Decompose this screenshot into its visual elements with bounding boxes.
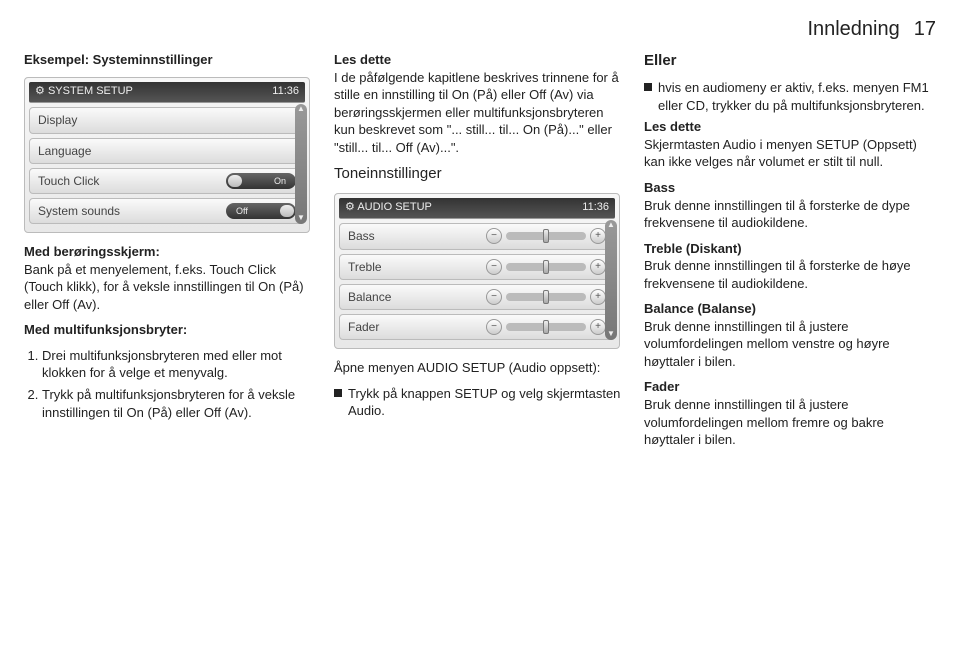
toggle-on[interactable]: On (226, 173, 296, 189)
row-label: System sounds (38, 203, 120, 219)
system-setup-titlebar: ⚙ SYSTEM SETUP 11:36 (29, 82, 305, 104)
row-label: Touch Click (38, 173, 99, 189)
minus-button[interactable]: − (486, 289, 502, 305)
square-bullet-icon (644, 83, 652, 91)
slider[interactable]: − + (486, 289, 606, 305)
touchscreen-paragraph: Med berøringsskjerm: Bank på et menyelem… (24, 243, 316, 313)
multifunction-label: Med multifunksjonsbryter: (24, 321, 316, 339)
list-item[interactable]: Display (29, 107, 305, 133)
balance-label: Balance (Balanse) (644, 301, 756, 316)
minus-button[interactable]: − (486, 228, 502, 244)
plus-button[interactable]: + (590, 228, 606, 244)
step-2: Trykk på multifunksjonsbryteren for å ve… (42, 386, 316, 421)
slider[interactable]: − + (486, 228, 606, 244)
bass-text: Bruk denne innstillingen til å forsterke… (644, 198, 910, 231)
step-1: Drei multifunksjonsbryteren med eller mo… (42, 347, 316, 382)
slider[interactable]: − + (486, 319, 606, 335)
minus-button[interactable]: − (486, 319, 502, 335)
list-item[interactable]: Touch Click On (29, 168, 305, 194)
square-bullet-icon (334, 389, 342, 397)
row-label: Treble (348, 259, 382, 275)
page-number: 17 (914, 16, 936, 43)
list-item[interactable]: Treble − + (339, 254, 615, 280)
page-title: Innledning (807, 16, 899, 43)
slider-thumb[interactable] (543, 290, 549, 304)
open-audio-setup-text: Trykk på knappen SETUP og velg skjermtas… (348, 385, 626, 420)
fader-text: Bruk denne innstillingen til å justere v… (644, 397, 884, 447)
slider[interactable]: − + (486, 259, 606, 275)
row-label: Display (38, 112, 77, 128)
chevron-down-icon: ▼ (607, 329, 615, 340)
read-this-1: Les dette I de påfølgende kapitlene besk… (334, 51, 626, 156)
example-heading: Eksempel: Systeminnstillinger (24, 51, 316, 69)
bass-paragraph: Bass Bruk denne innstillingen til å fors… (644, 179, 936, 232)
read-this-1-label: Les dette (334, 52, 391, 67)
system-setup-title: SYSTEM SETUP (48, 85, 133, 97)
read-this-2-text: Skjermtasten Audio i menyen SETUP (Oppse… (644, 137, 917, 170)
or-label: Eller (644, 51, 936, 71)
page-header: Innledning 17 (24, 16, 936, 43)
row-label: Bass (348, 228, 375, 244)
list-item[interactable]: Bass − + (339, 223, 615, 249)
content-columns: Eksempel: Systeminnstillinger ⚙ SYSTEM S… (24, 51, 936, 457)
slider-track[interactable] (506, 232, 586, 240)
tone-settings-heading: Toneinnstillinger (334, 164, 626, 184)
plus-button[interactable]: + (590, 319, 606, 335)
row-label: Fader (348, 319, 379, 335)
column-2: Les dette I de påfølgende kapitlene besk… (334, 51, 626, 457)
list-item[interactable]: Fader − + (339, 314, 615, 340)
treble-label: Treble (Diskant) (644, 241, 742, 256)
touchscreen-label: Med berøringsskjerm: (24, 244, 160, 259)
audio-setup-titlebar: ⚙ AUDIO SETUP 11:36 (339, 198, 615, 220)
plus-button[interactable]: + (590, 259, 606, 275)
read-this-2: Les dette Skjermtasten Audio i menyen SE… (644, 118, 936, 171)
column-3: Eller hvis en audiomeny er aktiv, f.eks.… (644, 51, 936, 457)
scrollbar[interactable]: ▲ ▼ (605, 220, 617, 340)
column-1: Eksempel: Systeminnstillinger ⚙ SYSTEM S… (24, 51, 316, 457)
chevron-down-icon: ▼ (297, 213, 305, 224)
bass-label: Bass (644, 180, 675, 195)
audio-setup-time: 11:36 (582, 200, 609, 215)
chevron-up-icon: ▲ (297, 104, 305, 115)
system-setup-time: 11:36 (272, 84, 299, 99)
slider-thumb[interactable] (543, 320, 549, 334)
toggle-off[interactable]: Off (226, 203, 296, 219)
list-item[interactable]: Language (29, 138, 305, 164)
system-setup-screenshot: ⚙ SYSTEM SETUP 11:36 Display Language To… (24, 77, 310, 234)
slider-thumb[interactable] (543, 260, 549, 274)
balance-paragraph: Balance (Balanse) Bruk denne innstilling… (644, 300, 936, 370)
audio-setup-title: AUDIO SETUP (357, 201, 432, 213)
balance-text: Bruk denne innstillingen til å justere v… (644, 319, 890, 369)
touchscreen-text: Bank på et menyelement, f.eks. Touch Cli… (24, 262, 304, 312)
or-text: hvis en audiomeny er aktiv, f.eks. menye… (658, 79, 936, 114)
treble-paragraph: Treble (Diskant) Bruk denne innstillinge… (644, 240, 936, 293)
fader-paragraph: Fader Bruk denne innstillingen til å jus… (644, 378, 936, 448)
slider-track[interactable] (506, 293, 586, 301)
multifunction-steps: Drei multifunksjonsbryteren med eller mo… (24, 347, 316, 421)
gear-icon: ⚙ AUDIO SETUP (345, 200, 432, 215)
chevron-up-icon: ▲ (607, 220, 615, 231)
open-audio-setup-label: Åpne menyen AUDIO SETUP (Audio oppsett): (334, 359, 626, 377)
slider-thumb[interactable] (543, 229, 549, 243)
bullet-item: hvis en audiomeny er aktiv, f.eks. menye… (644, 79, 936, 114)
list-item[interactable]: Balance − + (339, 284, 615, 310)
read-this-1-text: I de påfølgende kapitlene beskrives trin… (334, 70, 619, 155)
treble-text: Bruk denne innstillingen til å forsterke… (644, 258, 911, 291)
fader-label: Fader (644, 379, 679, 394)
bullet-item: Trykk på knappen SETUP og velg skjermtas… (334, 385, 626, 420)
slider-track[interactable] (506, 323, 586, 331)
list-item[interactable]: System sounds Off (29, 198, 305, 224)
minus-button[interactable]: − (486, 259, 502, 275)
plus-button[interactable]: + (590, 289, 606, 305)
scrollbar[interactable]: ▲ ▼ (295, 104, 307, 224)
audio-setup-screenshot: ⚙ AUDIO SETUP 11:36 Bass − + Treble − (334, 193, 620, 350)
gear-icon: ⚙ SYSTEM SETUP (35, 84, 133, 99)
row-label: Language (38, 143, 91, 159)
slider-track[interactable] (506, 263, 586, 271)
read-this-2-label: Les dette (644, 119, 701, 134)
row-label: Balance (348, 289, 391, 305)
